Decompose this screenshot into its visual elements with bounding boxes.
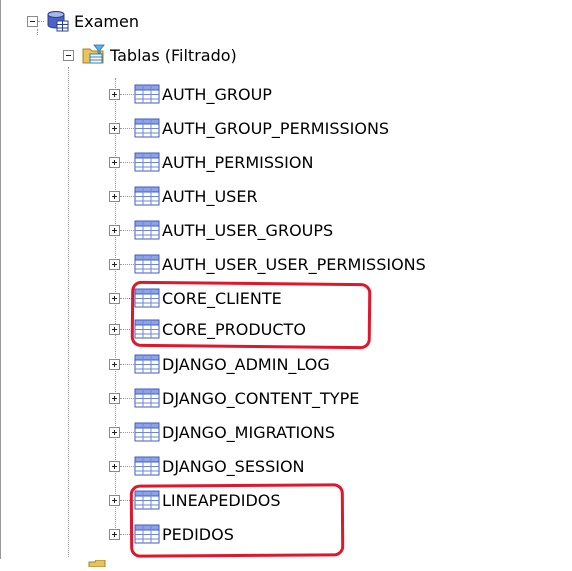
table-icon: [134, 185, 160, 207]
table-name: DJANGO_ADMIN_LOG: [162, 354, 330, 374]
expand-toggle-icon[interactable]: [109, 392, 120, 404]
expand-toggle-icon[interactable]: [109, 258, 120, 270]
table-name: DJANGO_SESSION: [162, 456, 305, 476]
panel-left-border: [0, 0, 1, 559]
table-name: DJANGO_MIGRATIONS: [162, 422, 335, 442]
highlight-box-core: [130, 280, 372, 350]
table-name: AUTH_PERMISSION: [162, 152, 314, 172]
table-icon: [134, 151, 160, 173]
expand-toggle-icon[interactable]: [109, 426, 120, 438]
folder-icon: [88, 552, 106, 568]
expand-toggle-icon[interactable]: [109, 323, 120, 335]
expand-toggle-icon[interactable]: [109, 122, 120, 134]
expand-toggle-icon[interactable]: [109, 358, 120, 370]
highlight-box-pedidos: [129, 483, 345, 558]
tree-node-table[interactable]: DJANGO_SESSION: [109, 452, 305, 480]
tree-guide-folder: [68, 67, 69, 557]
table-icon: [134, 387, 160, 409]
table-name: AUTH_USER_USER_PERMISSIONS: [162, 254, 426, 274]
table-icon: [134, 421, 160, 443]
expand-toggle-icon[interactable]: [109, 460, 120, 472]
expand-toggle-icon[interactable]: [109, 292, 120, 304]
tree-node-table[interactable]: DJANGO_ADMIN_LOG: [109, 350, 330, 378]
tree-node-table[interactable]: AUTH_USER: [109, 182, 258, 210]
collapse-toggle-icon[interactable]: [27, 15, 38, 27]
tree-node-tables-folder[interactable]: Tablas (Filtrado): [63, 41, 237, 69]
tree-node-table[interactable]: DJANGO_MIGRATIONS: [109, 418, 335, 446]
table-icon: [134, 83, 160, 105]
table-name: AUTH_GROUP_PERMISSIONS: [162, 118, 390, 138]
expand-toggle-icon[interactable]: [109, 224, 120, 236]
filtered-folder-icon: [82, 44, 106, 66]
tree-node-label: Tablas (Filtrado): [110, 45, 237, 65]
tree-node-table[interactable]: AUTH_GROUP: [109, 80, 272, 108]
tree-node-table[interactable]: AUTH_GROUP_PERMISSIONS: [109, 114, 389, 142]
table-icon: [134, 219, 160, 241]
expand-toggle-icon[interactable]: [109, 190, 120, 202]
expand-toggle-icon[interactable]: [109, 88, 120, 100]
collapse-toggle-icon[interactable]: [63, 49, 74, 61]
table-icon: [134, 253, 160, 275]
tree-node-table[interactable]: AUTH_USER_GROUPS: [109, 216, 333, 244]
table-icon: [134, 353, 160, 375]
tree-node-label: Examen: [74, 11, 139, 31]
table-name: AUTH_GROUP: [162, 84, 272, 104]
table-icon: [134, 455, 160, 477]
expand-toggle-icon[interactable]: [109, 494, 120, 506]
table-name: AUTH_USER: [162, 186, 258, 206]
tree-node-table[interactable]: AUTH_USER_USER_PERMISSIONS: [109, 250, 426, 278]
table-name: DJANGO_CONTENT_TYPE: [162, 388, 360, 408]
table-name: AUTH_USER_GROUPS: [162, 220, 334, 240]
table-icon: [134, 117, 160, 139]
tree-node-table[interactable]: DJANGO_CONTENT_TYPE: [109, 384, 359, 412]
expand-toggle-icon[interactable]: [109, 528, 120, 540]
tree-node-examen[interactable]: Examen: [27, 7, 139, 35]
database-icon: [46, 10, 70, 32]
expand-toggle-icon[interactable]: [109, 156, 120, 168]
tree-node-table[interactable]: AUTH_PERMISSION: [109, 148, 313, 176]
